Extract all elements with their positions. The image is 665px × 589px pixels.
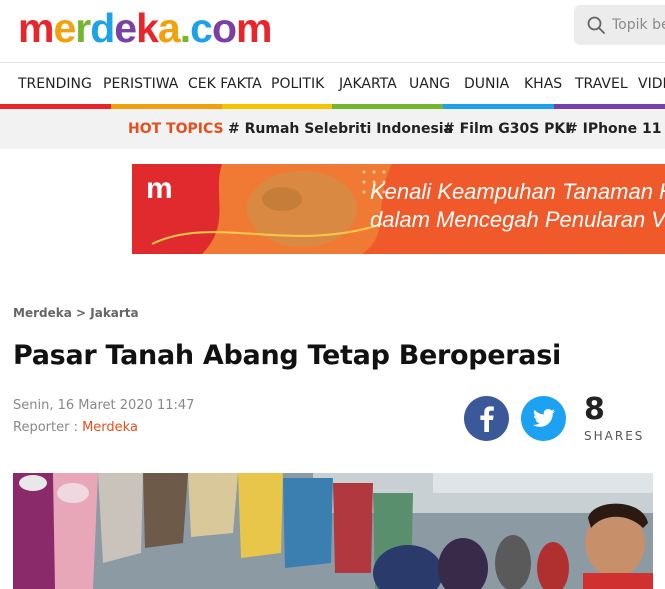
logo-letter: e [114, 5, 137, 51]
nav-item-video[interactable]: VIDEO [638, 76, 665, 92]
twitter-icon [533, 409, 555, 427]
site-header: merdeka.com [0, 0, 665, 62]
search-input[interactable] [612, 15, 665, 35]
site-logo[interactable]: merdeka.com [18, 2, 272, 54]
logo-letter: k [136, 5, 159, 51]
banner-logo: m [146, 172, 173, 205]
hot-topic-item[interactable]: # Rumah Selebriti Indonesia [228, 121, 453, 137]
search-box[interactable] [574, 5, 665, 45]
nav-item-trending[interactable]: TRENDING [18, 76, 92, 92]
twitter-share-button[interactable] [521, 396, 566, 441]
nav-item-khas[interactable]: KHAS [524, 76, 562, 92]
breadcrumb-section[interactable]: Jakarta [90, 306, 138, 320]
logo-letter: d [90, 5, 115, 51]
logo-letter: . [179, 5, 191, 51]
logo-letter: e [53, 5, 76, 51]
reporter-label: Reporter : [13, 420, 78, 435]
hot-topic-item[interactable]: # Film G30S PKI [443, 121, 570, 137]
search-icon[interactable] [587, 16, 605, 34]
logo-letter: m [18, 5, 54, 51]
breadcrumb: Merdeka > Jakarta [13, 306, 139, 320]
logo-letter: a [157, 5, 181, 51]
reporter-name[interactable]: Merdeka [82, 420, 138, 435]
nav-item-dunia[interactable]: DUNIA [464, 76, 509, 92]
main-nav: TRENDING PERISTIWA CEK FAKTA POLITIK JAK… [0, 62, 665, 106]
hot-topics-bar: HOT TOPICS # Rumah Selebriti Indonesia #… [0, 109, 665, 149]
facebook-icon [480, 406, 494, 432]
article-reporter: Reporter : Merdeka [13, 420, 138, 435]
article-photo [13, 473, 653, 589]
banner-line-1: Kenali Keampuhan Tanaman Herbal [370, 179, 665, 204]
logo-letter: o [211, 5, 237, 51]
nav-item-travel[interactable]: TRAVEL [575, 76, 628, 92]
hot-topic-item[interactable]: # IPhone 11 Pro [566, 121, 665, 137]
nav-item-uang[interactable]: UANG [409, 76, 450, 92]
article-date: Senin, 16 Maret 2020 11:47 [13, 398, 195, 413]
share-label: SHARES [584, 429, 645, 443]
article-title: Pasar Tanah Abang Tetap Beroperasi [13, 340, 561, 371]
ad-banner[interactable]: m Kenali Keampuhan Tanaman Herbal dalam … [132, 164, 665, 254]
nav-item-politik[interactable]: POLITIK [271, 76, 324, 92]
nav-item-jakarta[interactable]: JAKARTA [339, 76, 397, 92]
nav-item-peristiwa[interactable]: PERISTIWA [103, 76, 178, 92]
banner-headline: Kenali Keampuhan Tanaman Herbal dalam Me… [370, 178, 665, 234]
hot-topics-label: HOT TOPICS [128, 121, 224, 137]
market-photo-illustration [13, 473, 653, 589]
logo-letter: m [236, 5, 272, 51]
share-count: 8 [584, 392, 605, 427]
nav-item-cek-fakta[interactable]: CEK FAKTA [188, 76, 262, 92]
logo-letter: c [190, 5, 213, 51]
facebook-share-button[interactable] [464, 396, 509, 441]
banner-line-2: dalam Mencegah Penularan Virus [370, 207, 665, 232]
breadcrumb-separator: > [76, 306, 87, 320]
logo-letter: r [75, 5, 91, 51]
breadcrumb-home[interactable]: Merdeka [13, 306, 72, 320]
